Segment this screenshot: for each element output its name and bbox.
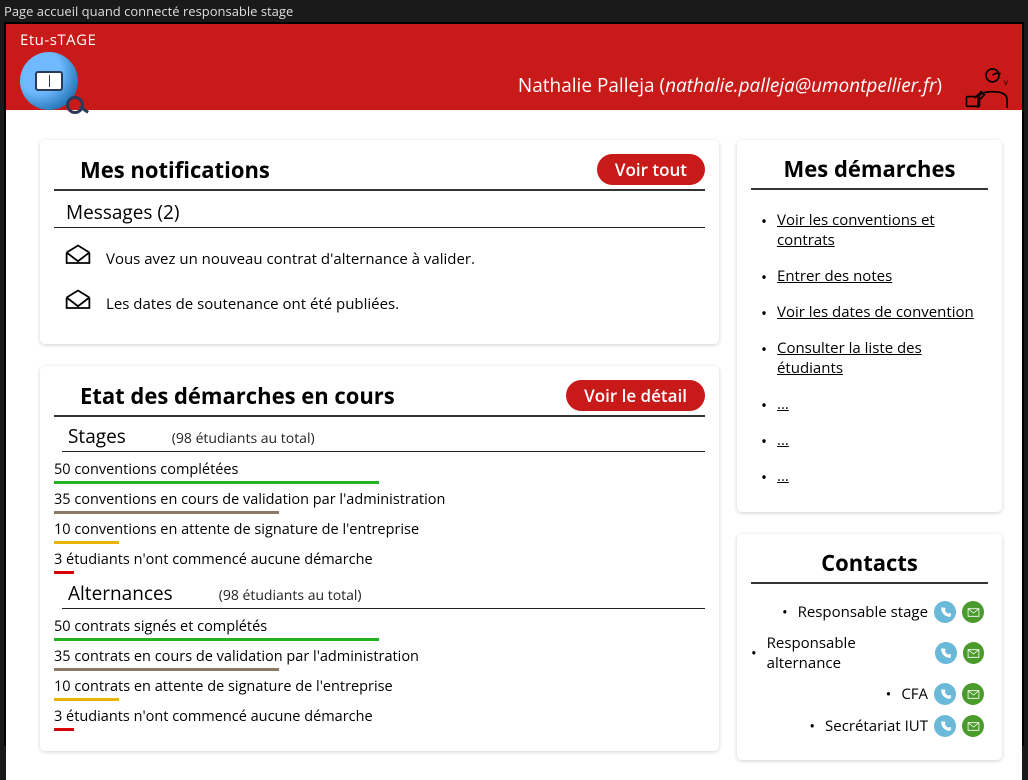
status-bar	[54, 698, 119, 701]
contact-item: •CFA	[751, 678, 988, 710]
status-bar	[54, 728, 74, 731]
subsection-count: (98 étudiants au total)	[219, 586, 362, 605]
demarche-link[interactable]: ...	[777, 430, 789, 450]
app-frame: Etu-sTAGE Nathalie Palleja (nathalie.pal…	[4, 22, 1024, 746]
demarche-item: Consulter la liste des étudiants	[761, 330, 988, 386]
demarches-card: Mes démarches Voir les conventions et co…	[737, 140, 1002, 512]
status-line: 3 étudiants n'ont commencé aucune démarc…	[54, 703, 705, 731]
message-text: Les dates de soutenance ont été publiées…	[106, 294, 399, 314]
demarches-list: Voir les conventions et contrats Entrer d…	[751, 196, 988, 494]
demarches-title: Mes démarches	[751, 154, 988, 184]
mail-icon[interactable]	[962, 601, 984, 623]
status-bar	[54, 668, 279, 671]
contact-label: Responsable alternance	[767, 633, 930, 673]
status-line: 3 étudiants n'ont commencé aucune démarc…	[54, 546, 705, 574]
message-row[interactable]: Les dates de soutenance ont été publiées…	[54, 281, 705, 326]
contacts-header: Contacts	[751, 548, 988, 584]
user-email: nathalie.palleja@umontpellier.fr	[665, 72, 936, 98]
status-bar	[54, 541, 119, 544]
phone-icon[interactable]	[934, 715, 956, 737]
notifications-title: Mes notifications	[54, 155, 270, 185]
main-content: Mes notifications Voir tout Messages (2)…	[6, 110, 1022, 780]
notifications-header: Mes notifications Voir tout	[54, 154, 705, 191]
status-card: Etat des démarches en cours Voir le déta…	[40, 366, 719, 751]
see-detail-button[interactable]: Voir le détail	[566, 380, 705, 411]
mail-icon[interactable]	[962, 683, 984, 705]
status-line: 35 contrats en cours de validation par l…	[54, 643, 705, 671]
status-title: Etat des démarches en cours	[54, 381, 395, 411]
app-header: Etu-sTAGE Nathalie Palleja (nathalie.pal…	[6, 24, 1022, 110]
see-all-button[interactable]: Voir tout	[597, 154, 705, 185]
contact-item: •Secrétariat IUT	[751, 710, 988, 742]
message-text: Vous avez un nouveau contrat d'alternanc…	[106, 249, 475, 269]
status-line: 10 contrats en attente de signature de l…	[54, 673, 705, 701]
demarche-link[interactable]: Entrer des notes	[777, 266, 892, 286]
app-name: Etu-sTAGE	[20, 30, 1008, 50]
status-line: 10 conventions en attente de signature d…	[54, 516, 705, 544]
status-text: 35 contrats en cours de validation par l…	[54, 643, 705, 668]
status-text: 10 conventions en attente de signature d…	[54, 516, 705, 541]
demarche-item: Voir les dates de convention	[761, 294, 988, 330]
demarches-header: Mes démarches	[751, 154, 988, 190]
contact-item: •Responsable stage	[751, 596, 988, 628]
phone-icon[interactable]	[934, 601, 956, 623]
notifications-card: Mes notifications Voir tout Messages (2)…	[40, 140, 719, 344]
contacts-title: Contacts	[751, 548, 988, 578]
subsection-count: (98 étudiants au total)	[172, 429, 315, 448]
message-row[interactable]: Vous avez un nouveau contrat d'alternanc…	[54, 236, 705, 281]
contacts-list: •Responsable stage•Responsable alternanc…	[751, 590, 988, 742]
svg-text:v: v	[1004, 77, 1009, 88]
contact-label: Secrétariat IUT	[825, 716, 928, 736]
user-identity: Nathalie Palleja (nathalie.palleja@umont…	[518, 72, 942, 98]
status-text: 10 contrats en attente de signature de l…	[54, 673, 705, 698]
subsection-name: Stages	[68, 423, 126, 449]
mail-icon[interactable]	[963, 642, 984, 664]
mail-icon	[64, 242, 92, 275]
status-subsection-header: Stages (98 étudiants au total)	[62, 423, 705, 452]
contact-item: •Responsable alternance	[751, 628, 988, 678]
status-line: 50 conventions complétées	[54, 456, 705, 484]
status-text: 3 étudiants n'ont commencé aucune démarc…	[54, 703, 705, 728]
user-name: Nathalie Palleja	[518, 72, 655, 98]
status-subsection-header: Alternances (98 étudiants au total)	[62, 580, 705, 609]
demarche-item: ...	[761, 386, 988, 422]
status-bar	[54, 571, 74, 574]
app-logo[interactable]	[20, 52, 78, 110]
right-column: Mes démarches Voir les conventions et co…	[737, 140, 1002, 760]
messages-subheading: Messages (2)	[54, 197, 705, 228]
demarche-link[interactable]: ...	[777, 394, 789, 414]
demarche-item: ...	[761, 422, 988, 458]
status-header: Etat des démarches en cours Voir le déta…	[54, 380, 705, 417]
demarche-link[interactable]: ...	[777, 466, 789, 486]
demarche-item: Entrer des notes	[761, 258, 988, 294]
phone-icon[interactable]	[934, 683, 956, 705]
status-bar	[54, 638, 379, 641]
status-text: 35 conventions en cours de validation pa…	[54, 486, 705, 511]
status-text: 3 étudiants n'ont commencé aucune démarc…	[54, 546, 705, 571]
demarche-link[interactable]: Voir les dates de convention	[777, 302, 974, 322]
demarche-item: ...	[761, 458, 988, 494]
status-text: 50 contrats signés et complétés	[54, 613, 705, 638]
mail-icon[interactable]	[962, 715, 984, 737]
phone-icon[interactable]	[935, 642, 956, 664]
demarche-link[interactable]: Voir les conventions et contrats	[777, 210, 935, 250]
book-icon	[35, 71, 63, 91]
profile-edit-icon[interactable]: v	[960, 64, 1012, 116]
status-bar	[54, 481, 379, 484]
mail-icon	[64, 287, 92, 320]
status-line: 50 contrats signés et complétés	[54, 613, 705, 641]
contact-label: Responsable stage	[798, 602, 928, 622]
magnifier-icon	[66, 96, 84, 114]
subsection-name: Alternances	[68, 580, 173, 606]
page-caption: Page accueil quand connecté responsable …	[0, 0, 1028, 22]
status-line: 35 conventions en cours de validation pa…	[54, 486, 705, 514]
demarche-item: Voir les conventions et contrats	[761, 202, 988, 258]
status-bar	[54, 511, 279, 514]
demarche-link[interactable]: Consulter la liste des étudiants	[777, 338, 922, 378]
left-column: Mes notifications Voir tout Messages (2)…	[40, 140, 719, 760]
contact-label: CFA	[901, 684, 928, 704]
contacts-card: Contacts •Responsable stage•Responsable …	[737, 534, 1002, 760]
status-text: 50 conventions complétées	[54, 456, 705, 481]
